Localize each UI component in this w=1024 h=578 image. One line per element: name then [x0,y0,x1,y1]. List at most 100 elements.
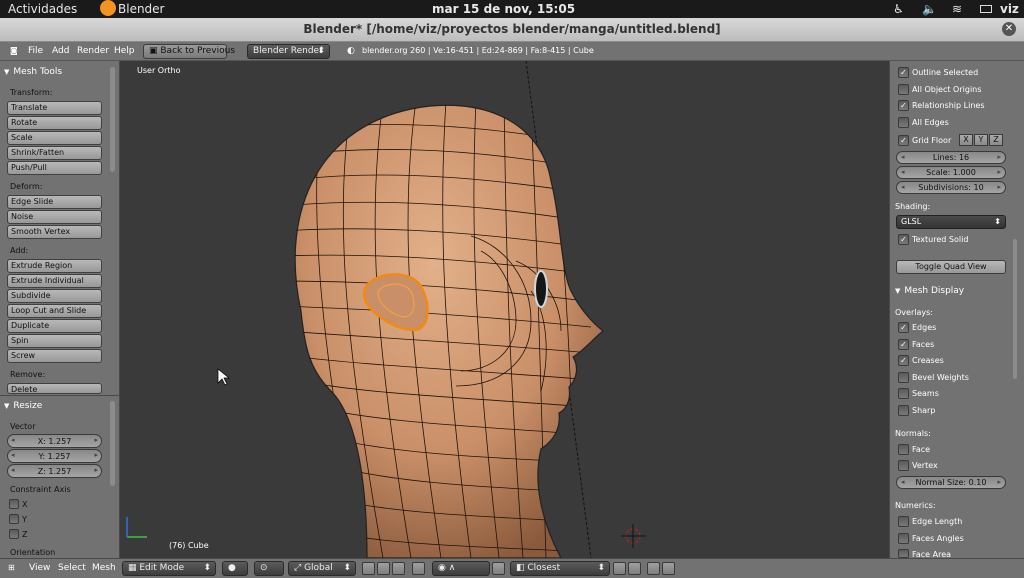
extrude-region-button[interactable]: Extrude Region [7,259,102,273]
clock[interactable]: mar 15 de nov, 15:05 [432,2,575,16]
proportional-edit-select[interactable]: ◉ ∧ [432,561,490,576]
edge-length-checkbox[interactable] [898,516,909,527]
edge-slide-button[interactable]: Edge Slide [7,195,102,209]
menu-select[interactable]: Select [58,563,86,573]
grid-lines-field[interactable]: ◂ Lines: 16 ▸ [896,151,1006,164]
rotate-button[interactable]: Rotate [7,116,102,130]
decrement-arrow-icon[interactable]: ◂ [901,153,905,161]
subdivide-button[interactable]: Subdivide [7,289,102,303]
sharp-checkbox[interactable] [898,405,909,416]
constraint-y-checkbox[interactable] [9,514,19,524]
transform-orientation-select[interactable]: ⤢ Global ⬍ [288,561,356,576]
close-icon[interactable]: ✕ [1002,22,1016,36]
menu-view[interactable]: View [29,563,50,573]
grid-subdivisions-field[interactable]: ◂ Subdivisions: 10 ▸ [896,181,1006,194]
relationship-lines-checkbox[interactable]: ✓ [898,100,909,111]
textured-solid-checkbox[interactable]: ✓ [898,234,909,245]
vertex-normals-checkbox[interactable] [898,460,909,471]
normal-size-field[interactable]: ◂ Normal Size: 0.10 ▸ [896,476,1006,489]
accessibility-icon[interactable]: ♿ [893,2,904,16]
vector-x-field[interactable]: ◂ X: 1.257 ▸ [7,434,102,448]
axis-z-toggle[interactable]: Z [989,134,1003,146]
eye-socket[interactable] [534,270,548,308]
edges-checkbox[interactable]: ✓ [898,322,909,333]
activities-button[interactable]: Actividades [8,2,77,16]
edge-select-icon[interactable] [377,562,390,575]
grid-floor-checkbox[interactable]: ✓ [898,135,909,146]
increment-arrow-icon[interactable]: ▸ [997,478,1001,486]
all-object-origins-checkbox[interactable] [898,84,909,95]
snap-align-icon[interactable] [613,562,626,575]
axis-x-toggle[interactable]: X [959,134,973,146]
decrement-arrow-icon[interactable]: ◂ [11,466,15,474]
head-mesh-render[interactable] [121,61,889,558]
face-select-icon[interactable] [392,562,405,575]
snap-project-icon[interactable] [628,562,641,575]
push-pull-button[interactable]: Push/Pull [7,161,102,175]
render-animation-icon[interactable] [662,562,675,575]
toggle-quad-view-button[interactable]: Toggle Quad View [896,260,1006,274]
battery-icon[interactable] [980,5,992,13]
increment-arrow-icon[interactable]: ▸ [997,183,1001,191]
decrement-arrow-icon[interactable]: ◂ [901,168,905,176]
scale-button[interactable]: Scale [7,131,102,145]
screw-button[interactable]: Screw [7,349,102,363]
translate-button[interactable]: Translate [7,101,102,115]
all-edges-checkbox[interactable] [898,117,909,128]
increment-arrow-icon[interactable]: ▸ [94,436,98,444]
volume-icon[interactable]: 🔈 [922,2,937,16]
snap-icon[interactable] [492,562,505,575]
faces-checkbox[interactable]: ✓ [898,339,909,350]
pivot-select[interactable]: ⊙ [254,561,284,576]
menu-render[interactable]: Render [77,46,109,56]
occlude-geometry-icon[interactable] [412,562,425,575]
loop-cut-slide-button[interactable]: Loop Cut and Slide [7,304,102,318]
vertex-select-icon[interactable] [362,562,375,575]
resize-header[interactable]: ▼ Resize [4,401,42,411]
face-area-checkbox[interactable] [898,549,909,558]
spin-button[interactable]: Spin [7,334,102,348]
grid-scale-field[interactable]: ◂ Scale: 1.000 ▸ [896,166,1006,179]
operator-panel-scrollbar[interactable] [110,401,115,486]
mesh-display-header[interactable]: ▼ Mesh Display [895,286,964,296]
creases-checkbox[interactable]: ✓ [898,355,909,366]
axis-y-toggle[interactable]: Y [974,134,988,146]
snap-target-select[interactable]: ◧ Closest ⬍ [510,561,610,576]
decrement-arrow-icon[interactable]: ◂ [11,436,15,444]
constraint-z-checkbox[interactable] [9,529,19,539]
decrement-arrow-icon[interactable]: ◂ [11,451,15,459]
user-menu[interactable]: viz [1000,2,1019,16]
shrink-fatten-button[interactable]: Shrink/Fatten [7,146,102,160]
menu-add[interactable]: Add [52,46,69,56]
editor-type-icon[interactable]: ◙ [10,46,18,55]
increment-arrow-icon[interactable]: ▸ [94,451,98,459]
tool-shelf-scrollbar[interactable] [110,67,115,172]
properties-scrollbar[interactable] [1013,239,1017,379]
back-to-previous-button[interactable]: ▣ Back to Previous [143,44,235,59]
increment-arrow-icon[interactable]: ▸ [997,168,1001,176]
outline-selected-checkbox[interactable]: ✓ [898,67,909,78]
menu-help[interactable]: Help [114,46,135,56]
editor-type-icon[interactable]: ⊞ [8,563,15,572]
head-silhouette[interactable] [294,104,604,558]
3d-viewport[interactable]: User Ortho (76) Cube [121,61,889,558]
menu-file[interactable]: File [28,46,43,56]
duplicate-button[interactable]: Duplicate [7,319,102,333]
wifi-icon[interactable]: ≋ [952,2,962,16]
render-opengl-icon[interactable] [647,562,660,575]
render-engine-select[interactable]: Blender Render ⬍ [247,44,330,59]
vector-y-field[interactable]: ◂ Y: 1.257 ▸ [7,449,102,463]
menu-mesh[interactable]: Mesh [92,563,116,573]
viewport-shading-select[interactable]: ● [222,561,248,576]
mode-select[interactable]: ▦ Edit Mode ⬍ [122,561,216,576]
mesh-tools-header[interactable]: ▼ Mesh Tools [4,67,62,77]
shading-select[interactable]: GLSL ⬍ [896,215,1006,229]
constraint-x-checkbox[interactable] [9,499,19,509]
vector-z-field[interactable]: ◂ Z: 1.257 ▸ [7,464,102,478]
increment-arrow-icon[interactable]: ▸ [997,153,1001,161]
smooth-vertex-button[interactable]: Smooth Vertex [7,225,102,239]
app-menu[interactable]: Blender [118,2,165,16]
faces-angles-checkbox[interactable] [898,533,909,544]
decrement-arrow-icon[interactable]: ◂ [901,183,905,191]
decrement-arrow-icon[interactable]: ◂ [901,478,905,486]
